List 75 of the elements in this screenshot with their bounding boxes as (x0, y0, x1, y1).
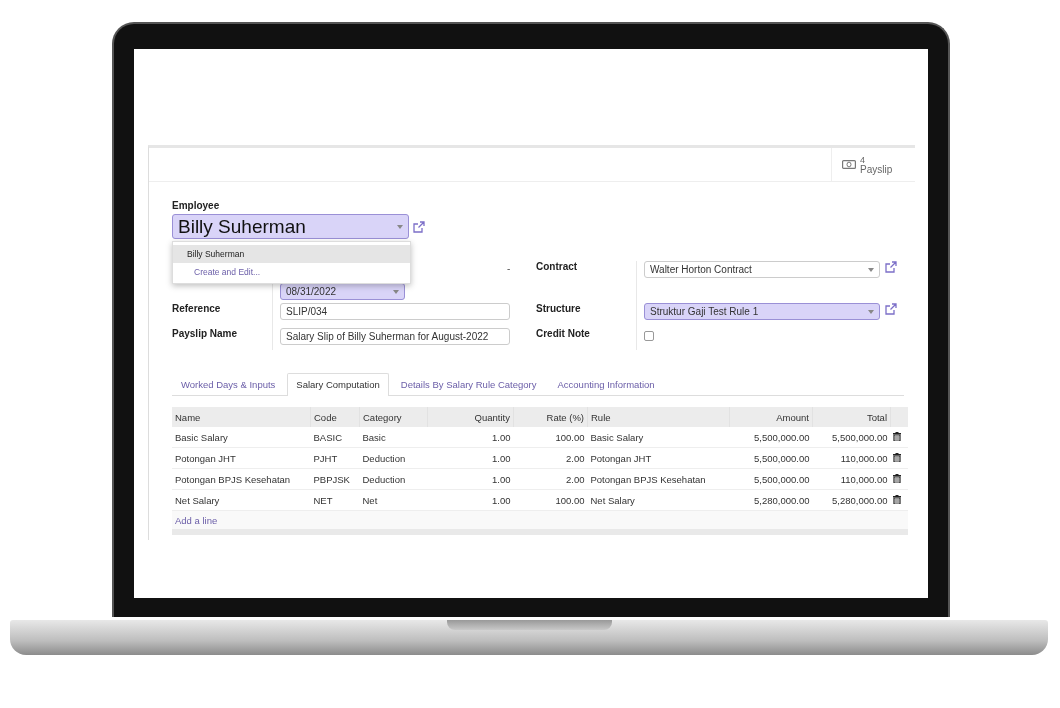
column-header[interactable]: Rate (%) (513, 407, 588, 427)
table-cell: 5,280,000.00 (812, 489, 891, 511)
date-separator: - (507, 263, 511, 274)
external-link-icon[interactable] (885, 261, 897, 273)
tab[interactable]: Salary Computation (287, 373, 389, 396)
table-cell: 1.00 (427, 489, 514, 511)
column-header[interactable]: Total (812, 407, 891, 427)
table-cell: Basic (359, 427, 428, 448)
table-cell: PBPJSK (310, 468, 360, 490)
table-cell: 2.00 (513, 447, 588, 469)
table-cell: BASIC (310, 427, 360, 448)
dropdown-item[interactable]: Billy Suherman (173, 245, 410, 263)
field-label: Reference (172, 303, 221, 314)
table-cell: Potongan JHT (587, 447, 730, 469)
external-link-icon[interactable] (413, 220, 425, 233)
caret-icon[interactable] (393, 289, 399, 294)
input-field[interactable]: Walter Horton Contract (644, 261, 880, 278)
table-cell: Deduction (359, 447, 428, 469)
table-cell: NET (310, 489, 360, 511)
payslip-count: 4 (860, 154, 866, 165)
table-cell: 2.00 (513, 468, 588, 490)
table-cell: Basic Salary (172, 427, 311, 448)
column-header[interactable]: Amount (729, 407, 813, 427)
field-label: Contract (536, 261, 578, 272)
table-cell: Net Salary (172, 489, 311, 511)
employee-field[interactable]: Billy Suherman (172, 214, 409, 239)
add-line-link[interactable]: Add a line (175, 514, 218, 526)
caret-icon[interactable] (868, 267, 874, 272)
trash-icon[interactable] (892, 452, 901, 462)
caret-icon[interactable] (868, 309, 874, 314)
external-link-icon[interactable] (885, 303, 897, 315)
trash-icon[interactable] (892, 431, 901, 441)
input-field[interactable]: SLIP/034 (280, 303, 510, 320)
table-cell: Basic Salary (587, 427, 730, 448)
table-cell: 110,000.00 (812, 447, 891, 469)
dropdown-item[interactable]: Create and Edit... (173, 263, 410, 281)
banknote-icon[interactable] (842, 160, 856, 169)
table-cell: Net (359, 489, 428, 511)
field-label: Credit Note (536, 328, 590, 339)
table-cell: 5,500,000.00 (729, 468, 813, 490)
tab[interactable]: Details By Salary Rule Category (391, 373, 546, 395)
field-label: Structure (536, 303, 581, 314)
table-cell: 1.00 (427, 427, 514, 448)
column-header[interactable]: Quantity (427, 407, 514, 427)
table-cell: 5,500,000.00 (812, 427, 891, 448)
table-cell: Potongan BPJS Kesehatan (172, 468, 311, 490)
table-cell: 100.00 (513, 489, 588, 511)
table-cell: 5,280,000.00 (729, 489, 813, 511)
column-header[interactable]: Code (310, 407, 360, 427)
caret-icon[interactable] (397, 224, 403, 229)
table-cell: 100.00 (513, 427, 588, 448)
input-field[interactable]: Struktur Gaji Test Rule 1 (644, 303, 880, 320)
table-cell: 1.00 (427, 447, 514, 469)
tab[interactable]: Accounting Information (548, 373, 664, 395)
trash-icon[interactable] (892, 473, 901, 483)
trash-icon[interactable] (892, 494, 901, 504)
tab[interactable]: Worked Days & Inputs (172, 373, 285, 395)
input-field[interactable]: Salary Slip of Billy Suherman for August-2022 (280, 328, 510, 345)
table-cell: 5,500,000.00 (729, 427, 813, 448)
table-cell: 110,000.00 (812, 468, 891, 490)
payslip-button[interactable]: 4 Payslip (831, 148, 915, 181)
column-header[interactable]: Rule (587, 407, 730, 427)
table-cell: PJHT (310, 447, 360, 469)
table-cell: Deduction (359, 468, 428, 490)
payslip-label: Payslip (860, 164, 893, 175)
table-cell: Potongan JHT (172, 447, 311, 469)
table-cell: 1.00 (427, 468, 514, 490)
table-cell: Net Salary (587, 489, 730, 511)
table-cell: Potongan BPJS Kesehatan (587, 468, 730, 490)
checkbox[interactable] (644, 331, 654, 341)
field-label: Payslip Name (172, 328, 238, 339)
table-cell: 5,500,000.00 (729, 447, 813, 469)
column-header[interactable]: Category (359, 407, 428, 427)
column-header[interactable]: Name (172, 407, 311, 427)
field-label: Employee (172, 200, 221, 213)
